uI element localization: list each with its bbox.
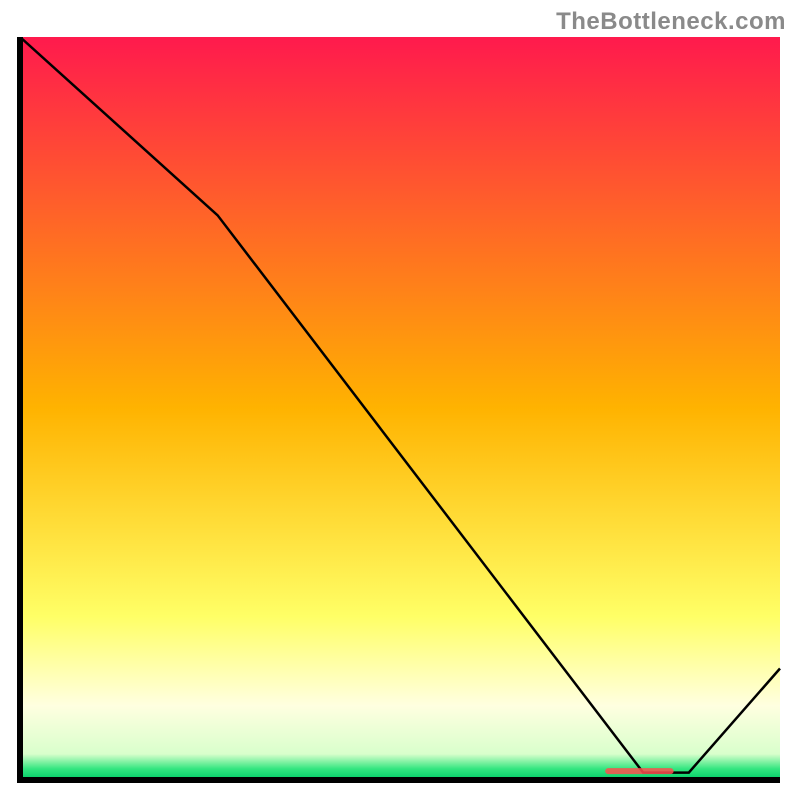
watermark-text: TheBottleneck.com	[556, 8, 786, 36]
chart-plot-area	[17, 37, 783, 783]
optimal-marker	[605, 768, 673, 774]
plot-background	[20, 37, 780, 780]
chart-svg	[17, 37, 783, 783]
